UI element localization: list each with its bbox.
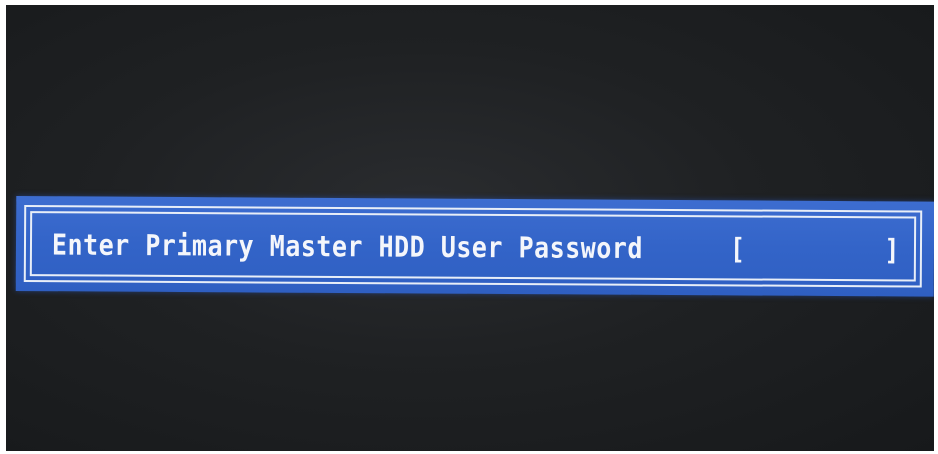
password-input-field[interactable]: [ ]: [730, 230, 900, 267]
password-prompt-label: Enter Primary Master HDD User Password: [51, 227, 644, 265]
password-field-open-bracket: [: [729, 231, 746, 266]
password-field-close-bracket: ]: [884, 232, 901, 267]
bios-screen: Enter Primary Master HDD User Password […: [6, 5, 934, 451]
password-prompt-row: Enter Primary Master HDD User Password […: [52, 226, 904, 267]
password-dialog: Enter Primary Master HDD User Password […: [15, 196, 934, 297]
password-input-value[interactable]: [746, 248, 885, 249]
